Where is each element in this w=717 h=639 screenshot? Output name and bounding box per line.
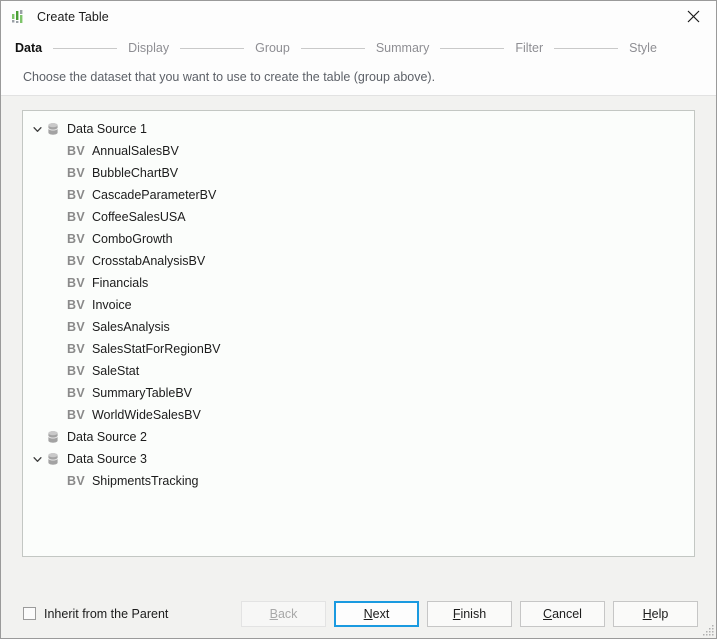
stepper-item-group[interactable]: Group (255, 41, 290, 55)
tree-node-business-view[interactable]: BV Financials (23, 272, 694, 294)
stepper-separator (53, 48, 117, 49)
dialog-footer: Inherit from the Parent Back Next Finish Ca… (1, 589, 716, 638)
business-view-icon: BV (67, 364, 85, 378)
tree-node-label: CascadeParameterBV (92, 188, 216, 202)
tree-node-label: CrosstabAnalysisBV (92, 254, 205, 268)
tree-node-business-view[interactable]: BV SummaryTableBV (23, 382, 694, 404)
chevron-down-icon (33, 125, 42, 134)
title-bar: Create Table (1, 1, 716, 32)
stepper-separator (180, 48, 244, 49)
business-view-icon: BV (67, 320, 85, 334)
tree-node-business-view[interactable]: BV ShipmentsTracking (23, 470, 694, 492)
chevron-down-icon (33, 455, 42, 464)
tree-node-business-view[interactable]: BV CoffeeSalesUSA (23, 206, 694, 228)
business-view-icon: BV (67, 144, 85, 158)
stepper-separator (440, 48, 504, 49)
database-icon (45, 429, 61, 445)
business-view-icon: BV (67, 386, 85, 400)
tree-node-label: Invoice (92, 298, 132, 312)
inherit-from-parent-checkbox[interactable]: Inherit from the Parent (23, 607, 168, 621)
tree-node-label: SalesAnalysis (92, 320, 170, 334)
business-view-icon: BV (67, 474, 85, 488)
tree-node-label: SaleStat (92, 364, 139, 378)
stepper-item-data[interactable]: Data (15, 41, 42, 55)
stepper-item-summary[interactable]: Summary (376, 41, 429, 55)
business-view-icon: BV (67, 342, 85, 356)
tree-node-label: BubbleChartBV (92, 166, 178, 180)
close-button[interactable] (671, 1, 716, 32)
window-title: Create Table (37, 10, 109, 24)
expand-chevron-icon[interactable] (29, 121, 45, 137)
tree-node-label: CoffeeSalesUSA (92, 210, 186, 224)
stepper-separator (301, 48, 365, 49)
business-view-icon: BV (67, 210, 85, 224)
tree-node-business-view[interactable]: BV SalesStatForRegionBV (23, 338, 694, 360)
tree-node-label: AnnualSalesBV (92, 144, 179, 158)
create-table-dialog: Create Table Data Display Group Summary Filt… (0, 0, 717, 639)
tree-node-business-view[interactable]: BV WorldWideSalesBV (23, 404, 694, 426)
tree-node-label: Data Source 2 (67, 430, 147, 444)
dialog-buttons: Back Next Finish Cancel Help (241, 601, 698, 627)
tree-node-business-view[interactable]: BV AnnualSalesBV (23, 140, 694, 162)
tree-node-datasource[interactable]: Data Source 3 (23, 448, 694, 470)
dataset-tree[interactable]: Data Source 1 BV AnnualSalesBV BV BubbleChar… (22, 110, 695, 557)
database-icon (45, 429, 61, 445)
tree-node-label: ShipmentsTracking (92, 474, 199, 488)
business-view-icon: BV (67, 298, 85, 312)
next-button[interactable]: Next (334, 601, 419, 627)
back-button: Back (241, 601, 326, 627)
business-view-icon: BV (67, 232, 85, 246)
database-icon (45, 121, 61, 137)
tree-node-business-view[interactable]: BV SaleStat (23, 360, 694, 382)
dialog-content: Data Source 1 BV AnnualSalesBV BV BubbleChar… (1, 96, 716, 589)
stepper-separator (554, 48, 618, 49)
tree-node-business-view[interactable]: BV CrosstabAnalysisBV (23, 250, 694, 272)
stepper-item-filter[interactable]: Filter (515, 41, 543, 55)
checkbox-box[interactable] (23, 607, 36, 620)
business-view-icon: BV (67, 254, 85, 268)
resize-grip-icon (701, 623, 715, 637)
tree-node-label: Data Source 3 (67, 452, 147, 466)
database-icon (45, 451, 61, 467)
stepper-item-style[interactable]: Style (629, 41, 657, 55)
tree-node-business-view[interactable]: BV CascadeParameterBV (23, 184, 694, 206)
tree-node-label: SummaryTableBV (92, 386, 192, 400)
database-icon (45, 121, 61, 137)
tree-node-label: Financials (92, 276, 148, 290)
business-view-icon: BV (67, 276, 85, 290)
tree-node-business-view[interactable]: BV Invoice (23, 294, 694, 316)
tree-node-business-view[interactable]: BV BubbleChartBV (23, 162, 694, 184)
cancel-button[interactable]: Cancel (520, 601, 605, 627)
business-view-icon: BV (67, 408, 85, 422)
inherit-from-parent-label: Inherit from the Parent (44, 607, 168, 621)
tree-node-datasource[interactable]: Data Source 1 (23, 118, 694, 140)
close-icon (687, 10, 700, 23)
tree-node-label: ComboGrowth (92, 232, 173, 246)
business-view-icon: BV (67, 166, 85, 180)
stepper-item-display[interactable]: Display (128, 41, 169, 55)
step-description: Choose the dataset that you want to use … (1, 61, 716, 95)
tree-node-label: SalesStatForRegionBV (92, 342, 221, 356)
tree-node-business-view[interactable]: BV ComboGrowth (23, 228, 694, 250)
wizard-header: Data Display Group Summary Filter Style Choos… (1, 32, 716, 96)
expand-chevron-icon[interactable] (29, 451, 45, 467)
business-view-icon: BV (67, 188, 85, 202)
bar-chart-icon (10, 8, 28, 26)
tree-node-datasource[interactable]: Data Source 2 (23, 426, 694, 448)
tree-node-label: Data Source 1 (67, 122, 147, 136)
help-button[interactable]: Help (613, 601, 698, 627)
tree-node-business-view[interactable]: BV SalesAnalysis (23, 316, 694, 338)
wizard-stepper: Data Display Group Summary Filter Style (1, 35, 716, 61)
finish-button[interactable]: Finish (427, 601, 512, 627)
tree-node-label: WorldWideSalesBV (92, 408, 201, 422)
database-icon (45, 451, 61, 467)
